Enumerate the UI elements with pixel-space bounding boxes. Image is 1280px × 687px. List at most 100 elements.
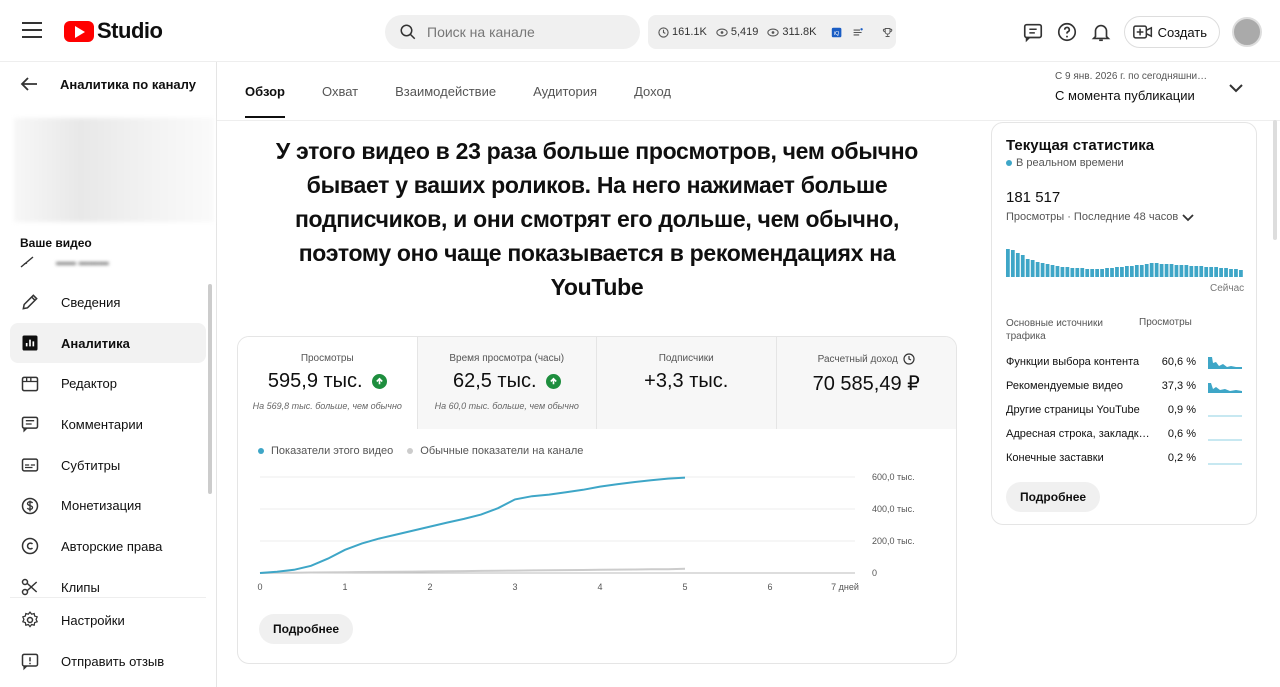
- nav-label: Монетизация: [61, 498, 142, 514]
- tab-overview[interactable]: Обзор: [245, 62, 285, 120]
- metric-views[interactable]: Просмотры 595,9 тыс. На 569,8 тыс. больш…: [238, 337, 418, 429]
- views-line-chart[interactable]: 0 200,0 тыс. 400,0 тыс. 600,0 тыс. 0 1 2 3 4 5 6 7 …: [238, 465, 956, 605]
- nav-label: Отправить отзыв: [61, 653, 165, 669]
- sidebar-scrollbar[interactable]: [208, 284, 212, 494]
- realtime-bar: [1125, 266, 1129, 277]
- realtime-bar: [1090, 269, 1095, 277]
- realtime-bar: [1030, 260, 1035, 277]
- realtime-more-button[interactable]: Подробнее: [1006, 482, 1101, 512]
- notifications-button[interactable]: [1084, 15, 1118, 49]
- video-nav: Сведения Аналитика Редактор Комментарии …: [10, 282, 206, 608]
- tabs-divider: [217, 120, 1280, 121]
- metric-label: Расчетный доход: [817, 353, 898, 365]
- source-name: Функции выбора контента: [1006, 356, 1140, 368]
- realtime-bar: [1209, 267, 1214, 277]
- realtime-bar: [1224, 268, 1228, 277]
- tab-reach[interactable]: Охват: [322, 62, 358, 120]
- x-tick-label: 1: [342, 582, 347, 592]
- traffic-source-row[interactable]: Конечные заставки 0,2 %: [1006, 451, 1246, 465]
- live-label: В реальном времени: [1016, 157, 1124, 169]
- realtime-bar: [1149, 263, 1154, 277]
- realtime-bar: [1169, 264, 1174, 277]
- nav-item-monetization[interactable]: Монетизация: [10, 485, 206, 526]
- search-box[interactable]: [385, 15, 640, 49]
- metric-subscribers[interactable]: Подписчики +3,3 тыс.: [597, 337, 777, 429]
- metric-revenue[interactable]: Расчетный доход 70 585,49 ₽: [776, 337, 956, 429]
- date-range-label: С момента публикации: [1055, 88, 1195, 103]
- extension-icon[interactable]: iQ: [831, 26, 842, 39]
- series-line: [259, 567, 686, 574]
- nav-item-editor[interactable]: Редактор: [10, 363, 206, 404]
- help-button[interactable]: [1050, 15, 1084, 49]
- realtime-bar: [1105, 268, 1109, 277]
- y-tick-label: 200,0 тыс.: [872, 536, 915, 546]
- traffic-source-row[interactable]: Рекомендуемые видео 37,3 %: [1006, 379, 1246, 393]
- live-dot: [1006, 160, 1012, 166]
- legend-this-video: Показатели этого видео: [258, 445, 393, 457]
- back-to-channel-analytics[interactable]: Аналитика по каналу: [20, 76, 196, 92]
- subscribers-stat: 161.1K: [658, 26, 707, 38]
- total-views-stat: 311.8K: [767, 26, 816, 38]
- metric-value: +3,3 тыс.: [644, 370, 729, 392]
- avatar[interactable]: [1232, 17, 1262, 47]
- more-details-button[interactable]: Подробнее: [259, 614, 354, 644]
- feedback-button[interactable]: [1016, 15, 1050, 49]
- feedback-icon: [21, 653, 39, 671]
- date-range-picker[interactable]: С 9 янв. 2026 г. по сегодняшни… С момент…: [1055, 71, 1207, 103]
- analytics-tabs: Обзор Охват Взаимодействие Аудитория Дох…: [245, 62, 708, 120]
- nav-item-copyright[interactable]: Авторские права: [10, 526, 206, 567]
- legend-label: Показатели этого видео: [271, 445, 394, 457]
- metric-label: Просмотры: [300, 353, 354, 364]
- realtime-bar: [1194, 266, 1199, 277]
- realtime-bar: [1065, 267, 1070, 277]
- channel-stats[interactable]: 161.1K 5,419 311.8K iQ: [648, 15, 896, 49]
- gear-icon: [21, 611, 39, 628]
- realtime-bar: [1100, 269, 1104, 277]
- metrics-row: Просмотры 595,9 тыс. На 569,8 тыс. больш…: [238, 337, 956, 429]
- quill-icon: [20, 256, 34, 268]
- nav-item-analytics[interactable]: Аналитика: [10, 322, 206, 364]
- period-label: Просмотры · Последние 48 часов: [1006, 211, 1179, 223]
- realtime-bar-chart[interactable]: [1006, 241, 1244, 277]
- nav-item-send-feedback[interactable]: Отправить отзыв: [10, 641, 206, 682]
- nav-item-details[interactable]: Сведения: [10, 282, 206, 323]
- realtime-period-selector[interactable]: Просмотры · Последние 48 часов: [1006, 211, 1194, 223]
- your-video-label: Ваше видео: [20, 236, 92, 250]
- source-pct: 0,6 %: [1167, 428, 1196, 440]
- nav-item-comments[interactable]: Комментарии: [10, 404, 206, 445]
- video-thumbnail[interactable]: [14, 118, 214, 222]
- search-icon[interactable]: [399, 23, 417, 41]
- tab-revenue[interactable]: Доход: [634, 62, 671, 120]
- realtime-bar: [1214, 267, 1219, 277]
- create-button[interactable]: Создать: [1123, 16, 1220, 48]
- studio-logo[interactable]: Studio: [64, 18, 163, 44]
- traffic-source-row[interactable]: Другие страницы YouTube 0,9 %: [1006, 403, 1246, 417]
- nav-item-settings[interactable]: Настройки: [10, 600, 206, 641]
- list-icon[interactable]: [852, 26, 863, 39]
- traffic-source-row[interactable]: Адресная строка, закладк… 0,6 %: [1006, 427, 1246, 441]
- realtime-bar: [1060, 267, 1065, 277]
- menu-icon[interactable]: [22, 22, 42, 38]
- metric-label: Время просмотра (часы): [449, 353, 565, 364]
- metric-watch-time[interactable]: Время просмотра (часы) 62,5 тыс. На 60,0…: [417, 337, 597, 429]
- realtime-bar: [1134, 265, 1139, 277]
- dollar-icon: [21, 497, 39, 515]
- chevron-down-icon[interactable]: [1228, 82, 1244, 94]
- nav-item-subtitles[interactable]: Субтитры: [10, 445, 206, 486]
- source-name: Конечные заставки: [1006, 452, 1104, 464]
- tab-audience[interactable]: Аудитория: [533, 62, 597, 120]
- realtime-bar: [1144, 264, 1149, 277]
- page-scrollbar[interactable]: [1273, 120, 1277, 240]
- eye-icon: [767, 28, 780, 36]
- performance-headline: У этого видео в 23 раза больше просмотро…: [275, 138, 919, 300]
- tab-engagement[interactable]: Взаимодействие: [395, 62, 496, 120]
- trophy-icon[interactable]: [882, 26, 893, 39]
- realtime-title: Текущая статистика: [1006, 137, 1155, 154]
- realtime-bar: [1025, 259, 1030, 277]
- analytics-icon: [22, 335, 38, 351]
- search-input[interactable]: [427, 24, 617, 40]
- realtime-bar: [1085, 269, 1090, 277]
- subtitles-icon: [21, 458, 39, 472]
- traffic-source-row[interactable]: Функции выбора контента 60,6 %: [1006, 355, 1246, 369]
- video-add-icon: [1132, 25, 1152, 39]
